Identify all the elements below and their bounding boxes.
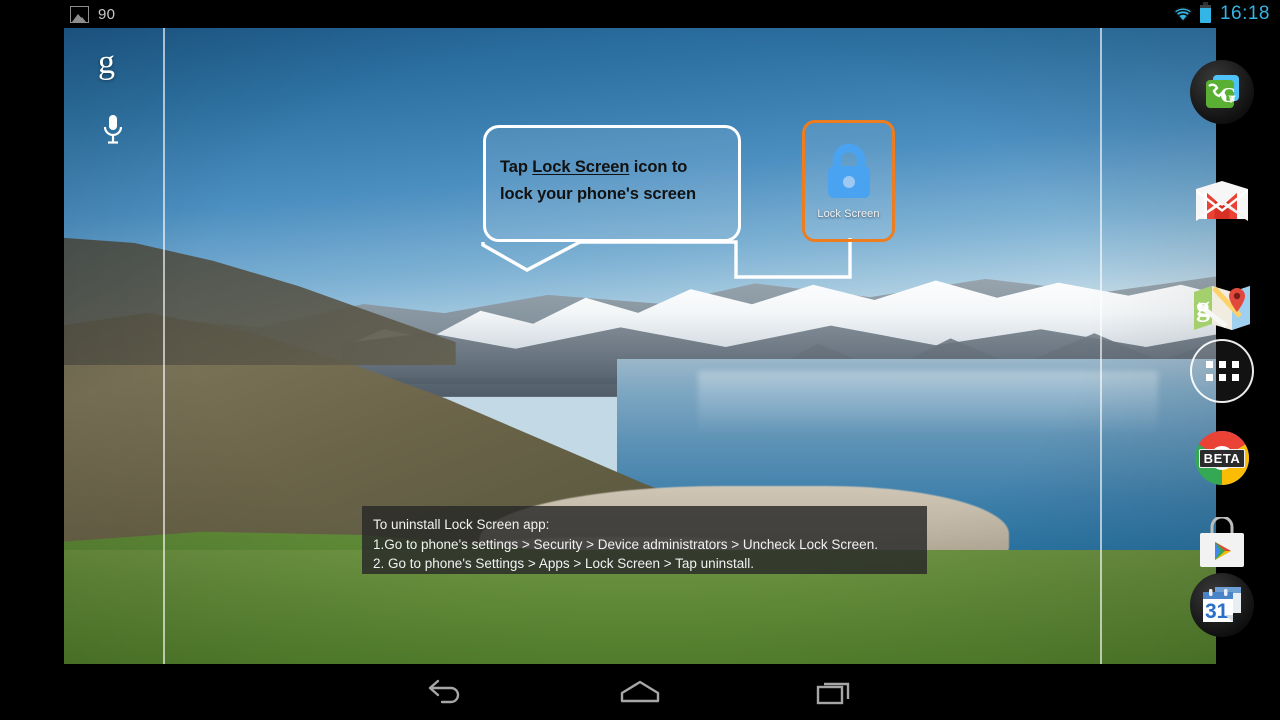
lock-screen-app-label: Lock Screen [817, 208, 880, 220]
left-bezel [0, 28, 64, 664]
recents-button[interactable] [780, 664, 890, 720]
android-tablet-screen: 90 16:18 g Tap Lock Screen icon to lock … [0, 0, 1280, 720]
home-icon [620, 680, 660, 703]
drawer-dot [1205, 374, 1213, 381]
back-icon [428, 679, 460, 704]
home-screen-divider-right [1100, 28, 1102, 664]
lock-screen-app-tile[interactable]: Lock Screen [802, 120, 895, 242]
maps-icon: g [1192, 282, 1252, 334]
svg-text:v: v [1228, 90, 1236, 107]
battery-icon [1199, 2, 1211, 23]
play-store-icon [1198, 515, 1246, 569]
google-g-icon[interactable]: g [98, 46, 115, 80]
dock-item-maps[interactable]: g [1190, 276, 1254, 340]
home-screen-divider-left [163, 28, 165, 664]
photo-icon [70, 5, 89, 23]
wifi-icon [1172, 6, 1193, 23]
app-dock: G v g BETA 31 [1164, 28, 1280, 664]
home-button[interactable] [585, 664, 695, 720]
tooltip-line1-prefix: Tap [500, 158, 533, 176]
dock-item-chrome-beta[interactable]: BETA [1190, 426, 1254, 490]
svg-text:g: g [1196, 292, 1210, 323]
instruction-tooltip: Tap Lock Screen icon to lock your phone'… [483, 125, 741, 242]
clock: 16:18 [1219, 3, 1270, 24]
navigation-bar [0, 664, 1280, 720]
google-voice-icon: G v [1200, 70, 1244, 114]
instruction-tooltip-text: Tap Lock Screen icon to lock your phone'… [500, 154, 730, 207]
tooltip-line2: lock your phone's screen [500, 184, 696, 203]
status-bar[interactable]: 90 16:18 [0, 0, 1280, 28]
microphone-icon[interactable] [101, 114, 125, 148]
back-button[interactable] [390, 664, 500, 720]
dock-item-app-drawer[interactable] [1190, 339, 1254, 403]
uninstall-step-1: 1.Go to phone's settings > Security > De… [373, 536, 878, 552]
padlock-icon [820, 140, 878, 202]
drawer-dot [1205, 361, 1213, 368]
gmail-icon [1194, 179, 1250, 221]
status-bar-system[interactable]: 16:18 [1172, 2, 1270, 25]
recents-icon [816, 682, 850, 705]
drawer-dot [1231, 361, 1239, 368]
dock-item-gmail[interactable] [1190, 168, 1254, 232]
drawer-dot [1231, 374, 1239, 381]
dock-item-google-voice[interactable]: G v [1190, 60, 1254, 124]
app-drawer-icon [1190, 339, 1254, 403]
tooltip-line1-suffix: icon to [629, 158, 688, 176]
status-bar-notifications[interactable]: 90 [70, 5, 116, 23]
drawer-dot [1218, 361, 1226, 368]
chrome-beta-badge: BETA [1199, 449, 1245, 468]
uninstall-instructions-box: To uninstall Lock Screen app: 1.Go to ph… [362, 506, 927, 574]
notification-count: 90 [98, 5, 116, 23]
uninstall-step-2: 2. Go to phone's Settings > Apps > Lock … [373, 556, 754, 572]
tooltip-highlight: Lock Screen [532, 158, 630, 176]
uninstall-title: To uninstall Lock Screen app: [373, 517, 550, 532]
calendar-day-number: 31 [1205, 600, 1229, 623]
dock-item-calendar[interactable]: 31 [1190, 573, 1254, 637]
drawer-dot [1218, 374, 1226, 381]
calendar-icon: 31 [1201, 585, 1243, 625]
dock-item-play-store[interactable] [1190, 511, 1254, 575]
